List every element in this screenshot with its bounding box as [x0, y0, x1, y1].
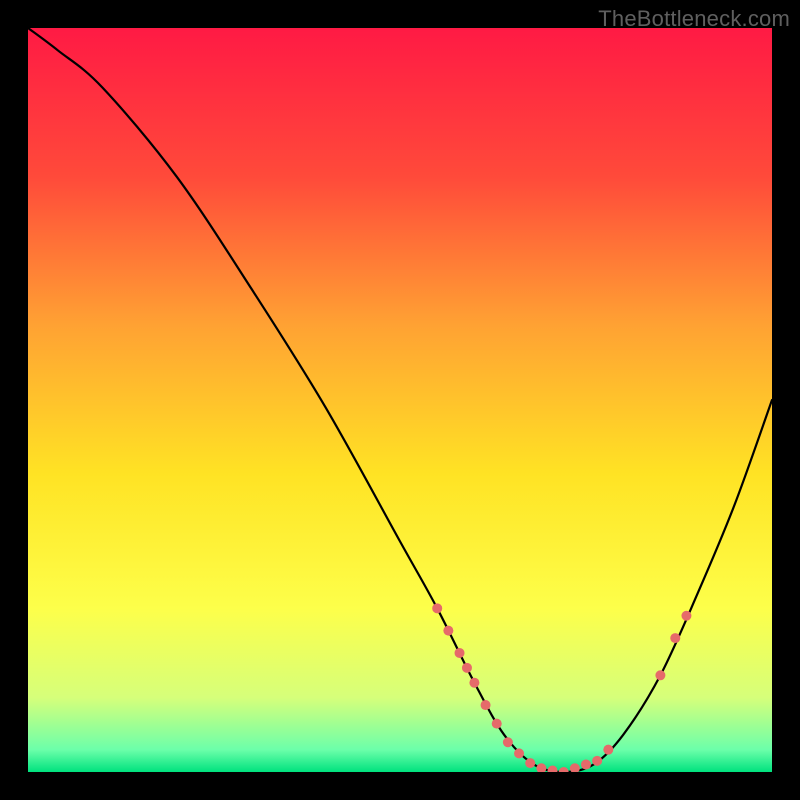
marker-point	[514, 748, 524, 758]
marker-point	[581, 760, 591, 770]
watermark-text: TheBottleneck.com	[598, 6, 790, 32]
marker-point	[481, 700, 491, 710]
gradient-background	[28, 28, 772, 772]
marker-point	[655, 670, 665, 680]
marker-point	[492, 719, 502, 729]
marker-point	[525, 758, 535, 768]
marker-point	[432, 603, 442, 613]
marker-point	[681, 611, 691, 621]
plot-area	[28, 28, 772, 772]
chart-container: TheBottleneck.com	[0, 0, 800, 800]
marker-point	[603, 745, 613, 755]
marker-point	[592, 756, 602, 766]
marker-point	[469, 678, 479, 688]
marker-point	[443, 626, 453, 636]
marker-point	[503, 737, 513, 747]
marker-point	[462, 663, 472, 673]
marker-point	[670, 633, 680, 643]
chart-svg	[28, 28, 772, 772]
marker-point	[455, 648, 465, 658]
